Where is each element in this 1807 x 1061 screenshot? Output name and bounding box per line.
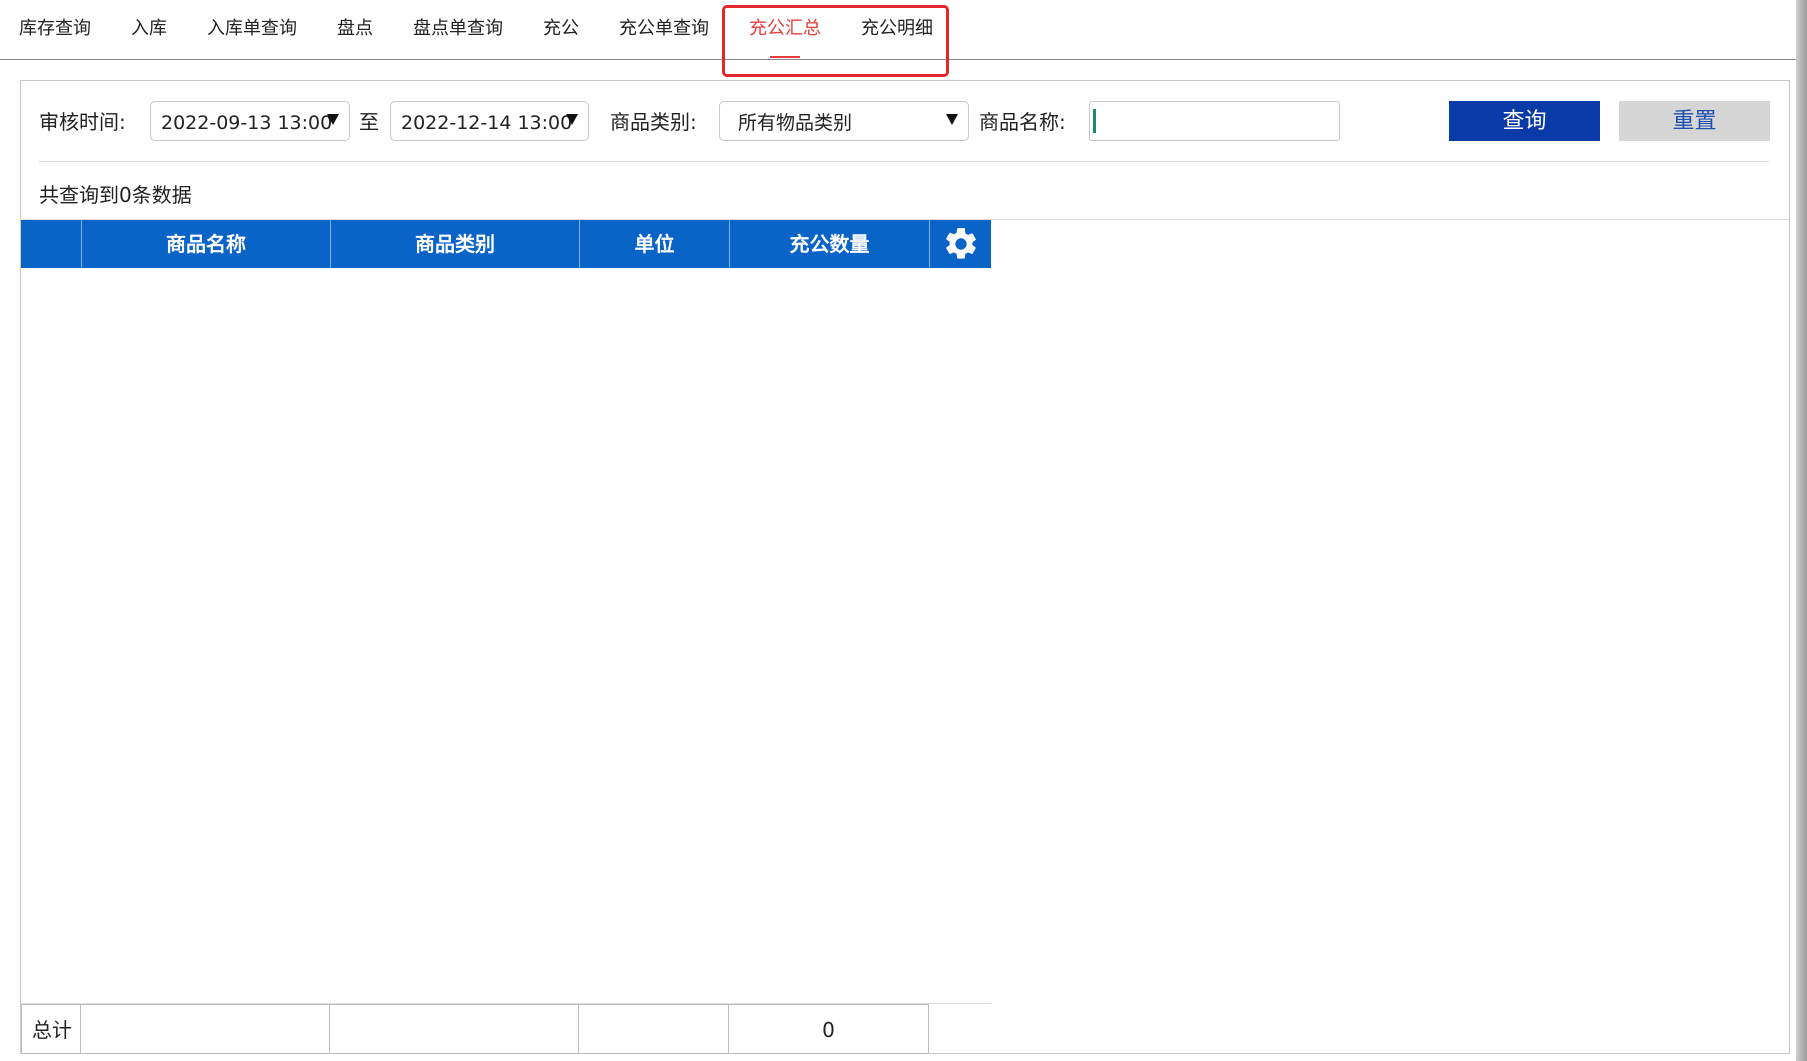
top-tab-bar: 库存查询 入库 入库单查询 盘点 盘点单查询 充公 充公单查询 充公汇总 充公明… <box>0 0 1807 60</box>
caret-down-icon <box>566 114 578 125</box>
category-label: 商品类别: <box>610 110 697 134</box>
tab-confiscation-order-query[interactable]: 充公单查询 <box>619 0 709 58</box>
reset-button[interactable]: 重置 <box>1619 101 1770 141</box>
table-footer-total-row: 总计 0 <box>21 1004 991 1054</box>
total-unit-cell <box>579 1004 729 1054</box>
product-name-label: 商品名称: <box>979 110 1066 134</box>
column-header-index <box>21 220 81 268</box>
filter-divider <box>39 161 1769 162</box>
tab-stocktake-order-query[interactable]: 盘点单查询 <box>413 0 503 58</box>
tab-confiscation-detail[interactable]: 充公明细 <box>861 0 933 58</box>
category-dropdown[interactable]: 所有物品类别 <box>719 101 969 141</box>
total-product-name-cell <box>81 1004 330 1054</box>
result-count: 共查询到0条数据 <box>39 183 192 207</box>
summary-panel: 审核时间: 2022-09-13 13:00 至 2022-12-14 13:0… <box>20 80 1790 1054</box>
table-header: 商品名称 商品类别 单位 充公数量 <box>21 220 991 268</box>
column-header-confiscation-quantity[interactable]: 充公数量 <box>729 220 929 268</box>
start-time-value: 2022-09-13 13:00 <box>161 112 333 134</box>
end-time-dropdown[interactable]: 2022-12-14 13:00 <box>390 101 589 141</box>
tab-stock-in-order-query[interactable]: 入库单查询 <box>207 0 297 58</box>
product-name-input[interactable] <box>1089 101 1340 141</box>
category-value: 所有物品类别 <box>738 112 853 134</box>
query-button[interactable]: 查询 <box>1449 101 1600 141</box>
end-time-value: 2022-12-14 13:00 <box>401 112 573 134</box>
tab-confiscation[interactable]: 充公 <box>543 0 579 58</box>
total-product-category-cell <box>330 1004 579 1054</box>
audit-time-label: 审核时间: <box>39 110 126 134</box>
gear-icon <box>945 228 976 259</box>
tab-confiscation-summary[interactable]: 充公汇总 <box>749 0 821 58</box>
table-body <box>21 268 991 1003</box>
column-header-product-category[interactable]: 商品类别 <box>330 220 579 268</box>
tab-inventory-query[interactable]: 库存查询 <box>19 0 91 58</box>
column-header-unit[interactable]: 单位 <box>579 220 729 268</box>
right-edge-strip <box>1796 0 1807 1061</box>
caret-down-icon <box>327 114 339 125</box>
tab-stock-in[interactable]: 入库 <box>131 0 167 58</box>
total-label: 总计 <box>21 1004 81 1054</box>
to-label: 至 <box>359 110 379 134</box>
table-settings-button[interactable] <box>929 220 991 268</box>
filter-row: 审核时间: 2022-09-13 13:00 至 2022-12-14 13:0… <box>21 81 1789 161</box>
start-time-dropdown[interactable]: 2022-09-13 13:00 <box>150 101 350 141</box>
total-quantity-cell: 0 <box>729 1004 929 1054</box>
caret-down-icon <box>946 114 958 125</box>
column-header-product-name[interactable]: 商品名称 <box>81 220 330 268</box>
tab-stocktake[interactable]: 盘点 <box>337 0 373 58</box>
